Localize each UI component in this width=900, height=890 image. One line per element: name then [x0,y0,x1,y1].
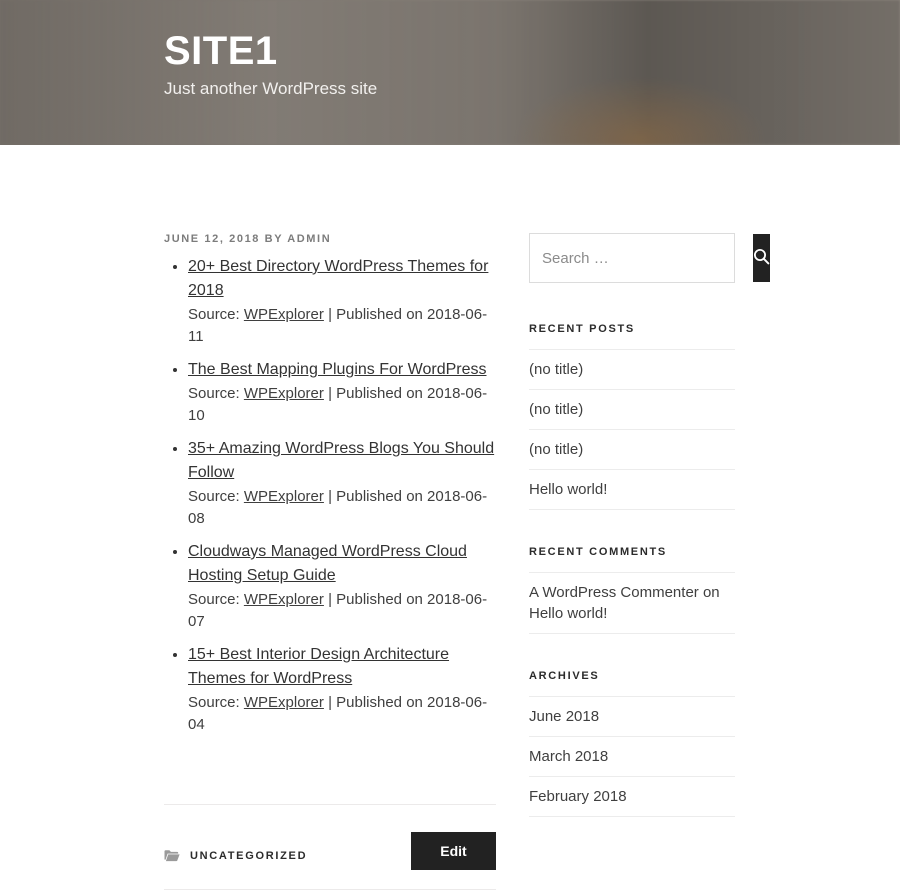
list-item: The Best Mapping Plugins For WordPress S… [188,358,496,427]
site-title[interactable]: SITE1 [164,28,377,74]
category-links: UNCATEGORIZED [164,849,307,862]
entry-footer: UNCATEGORIZED Edit [164,805,496,889]
archive-link[interactable]: March 2018 [529,748,608,765]
source-link[interactable]: WPExplorer [244,488,324,505]
feed-item-title[interactable]: 35+ Amazing WordPress Blogs You Should F… [188,440,494,481]
list-item: 35+ Amazing WordPress Blogs You Should F… [188,437,496,530]
search-icon [753,248,770,268]
feed-item-source: Source: WPExplorer | Published on 2018-0… [188,304,496,348]
widget-title-recent-posts: RECENT POSTS [529,323,635,335]
search-form [529,233,770,283]
comment-connector: on [702,584,720,601]
post-meta: JUNE 12, 2018 BY ADMIN [164,233,332,245]
source-link[interactable]: WPExplorer [244,306,324,323]
widget-recent-posts: RECENT POSTS (no title) (no title) (no t… [529,323,735,510]
site-description: Just another WordPress site [164,79,378,98]
list-item: February 2018 [529,777,735,817]
archives-list: June 2018 March 2018 February 2018 [529,696,735,817]
list-item: (no title) [529,390,735,430]
widget-title-recent-comments: RECENT COMMENTS [529,546,667,558]
list-item: (no title) [529,430,735,470]
sidebar: RECENT POSTS (no title) (no title) (no t… [529,233,770,853]
recent-post-link[interactable]: (no title) [529,441,583,458]
comment-author[interactable]: A WordPress Commenter [529,584,699,601]
feed-list: 20+ Best Directory WordPress Themes for … [164,255,496,736]
list-item: Cloudways Managed WordPress Cloud Hostin… [188,540,496,633]
widget-archives: ARCHIVES June 2018 March 2018 February 2… [529,670,735,817]
widget-recent-comments: RECENT COMMENTS A WordPress Commenter on… [529,546,735,634]
entry-content: 20+ Best Directory WordPress Themes for … [164,255,496,736]
recent-post-link[interactable]: (no title) [529,361,583,378]
source-prefix: Source: [188,306,240,323]
site-branding: SITE1 Just another WordPress site [164,28,377,100]
list-item: A WordPress Commenter on Hello world! [529,573,735,634]
site-header: SITE1 Just another WordPress site [0,0,900,145]
category-name[interactable]: UNCATEGORIZED [190,850,307,862]
feed-item-title[interactable]: Cloudways Managed WordPress Cloud Hostin… [188,543,467,584]
primary-content: JUNE 12, 2018 BY ADMIN 20+ Best Director… [164,233,496,890]
feed-item-title[interactable]: 15+ Best Interior Design Architecture Th… [188,646,449,687]
search-button[interactable] [753,234,770,282]
feed-item-title[interactable]: 20+ Best Directory WordPress Themes for … [188,258,488,299]
list-item: June 2018 [529,697,735,737]
feed-item-source: Source: WPExplorer | Published on 2018-0… [188,383,496,427]
recent-post-link[interactable]: Hello world! [529,481,607,498]
feed-item-source: Source: WPExplorer | Published on 2018-0… [188,486,496,530]
recent-comments-list: A WordPress Commenter on Hello world! [529,572,735,634]
source-link[interactable]: WPExplorer [244,385,324,402]
recent-posts-list: (no title) (no title) (no title) Hello w… [529,349,735,510]
source-link[interactable]: WPExplorer [244,694,324,711]
archive-link[interactable]: February 2018 [529,788,627,805]
source-link[interactable]: WPExplorer [244,591,324,608]
source-prefix: Source: [188,385,240,402]
header-overlay [0,0,900,145]
list-item: (no title) [529,350,735,390]
feed-item-source: Source: WPExplorer | Published on 2018-0… [188,692,496,736]
feed-item-source: Source: WPExplorer | Published on 2018-0… [188,589,496,633]
list-item: March 2018 [529,737,735,777]
widget-title-archives: ARCHIVES [529,670,600,682]
list-item: 20+ Best Directory WordPress Themes for … [188,255,496,348]
folder-icon [164,849,180,862]
source-prefix: Source: [188,591,240,608]
recent-post-link[interactable]: (no title) [529,401,583,418]
comment-post-link[interactable]: Hello world! [529,605,607,622]
list-item: Hello world! [529,470,735,510]
search-input[interactable] [530,234,753,282]
edit-button[interactable]: Edit [411,832,496,870]
archive-link[interactable]: June 2018 [529,708,599,725]
list-item: 15+ Best Interior Design Architecture Th… [188,643,496,736]
feed-item-title[interactable]: The Best Mapping Plugins For WordPress [188,361,487,378]
source-prefix: Source: [188,694,240,711]
source-prefix: Source: [188,488,240,505]
